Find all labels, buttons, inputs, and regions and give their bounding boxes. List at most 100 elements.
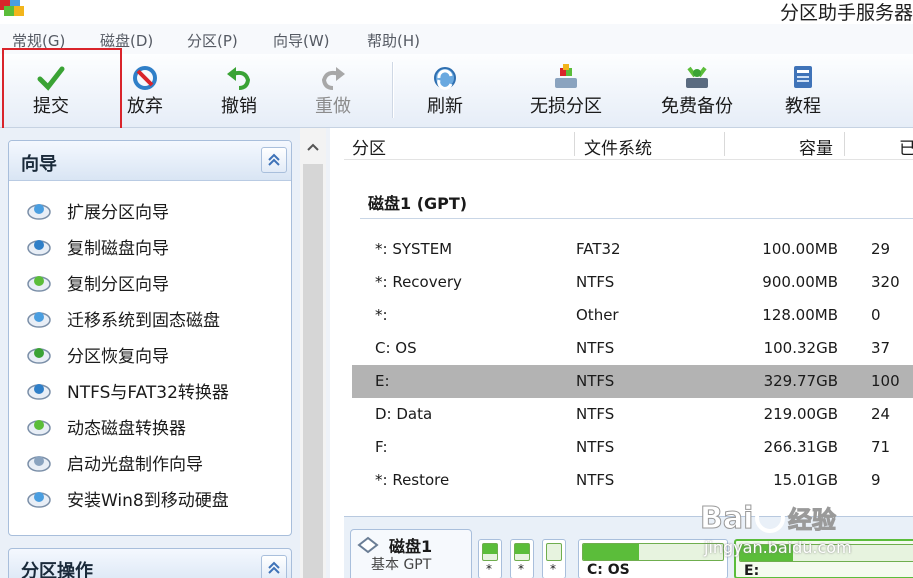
cell-used: 29 bbox=[871, 240, 891, 258]
usage-fill bbox=[483, 544, 497, 554]
wizard-item[interactable]: 安装Win8到移动硬盘 bbox=[27, 483, 287, 513]
table-row[interactable]: E: NTFS 329.77GB 100 bbox=[352, 365, 913, 398]
cell-partition: D: Data bbox=[375, 405, 433, 423]
undo-label: 撤销 bbox=[221, 96, 257, 117]
table-row[interactable]: C: OS NTFS 100.32GB 37 bbox=[352, 332, 913, 365]
toolbar: 提交 放弃 撤销 重做 刷新 无损分区 免费备份 教程 bbox=[0, 54, 913, 128]
wizard-item[interactable]: 复制分区向导 bbox=[27, 267, 287, 297]
tutorial-button[interactable]: 教程 bbox=[758, 54, 848, 128]
baidu-jingyan-logo: Bai 经验 bbox=[700, 501, 837, 537]
discard-icon bbox=[133, 66, 157, 90]
wizard-item-label: 安装Win8到移动硬盘 bbox=[67, 491, 229, 511]
wizard-item[interactable]: NTFS与FAT32转换器 bbox=[27, 375, 287, 405]
wizard-item[interactable]: 分区恢复向导 bbox=[27, 339, 287, 369]
vertical-scrollbar[interactable] bbox=[300, 128, 326, 578]
window-title: 分区助手服务器 bbox=[779, 2, 913, 24]
cell-used: 0 bbox=[871, 306, 881, 324]
disk-card-type: 基本 GPT bbox=[371, 557, 432, 573]
dynamic-disk-icon bbox=[27, 420, 51, 436]
cell-capacity: 100.32GB bbox=[763, 339, 838, 357]
col-capacity[interactable]: 容量 bbox=[799, 134, 833, 159]
wizard-panel-header: 向导 bbox=[9, 141, 291, 181]
col-partition[interactable]: 分区 bbox=[352, 134, 386, 159]
copy-disk-icon bbox=[27, 240, 51, 256]
disk-map-partition-label: * bbox=[550, 562, 556, 576]
wizard-item[interactable]: 扩展分区向导 bbox=[27, 195, 287, 225]
menu-bar: 常规(G) 磁盘(D) 分区(P) 向导(W) 帮助(H) bbox=[0, 24, 913, 54]
menu-wizard[interactable]: 向导(W) bbox=[273, 30, 330, 51]
left-panel: 向导 扩展分区向导复制磁盘向导复制分区向导迁移系统到固态磁盘 分区恢复向导 NTFS… bbox=[0, 128, 300, 578]
col-divider bbox=[574, 132, 575, 156]
lossless-partition-label: 无损分区 bbox=[530, 96, 602, 117]
baidu-watermark: Bai 经验 jingyan.baidu.com bbox=[700, 480, 905, 570]
cell-capacity: 900.00MB bbox=[762, 273, 838, 291]
refresh-icon bbox=[434, 67, 456, 90]
table-header: 分区 文件系统 容量 已 bbox=[344, 128, 913, 160]
undo-icon bbox=[227, 67, 251, 90]
cell-filesystem: FAT32 bbox=[576, 240, 621, 258]
wizard-item-label: NTFS与FAT32转换器 bbox=[67, 383, 229, 403]
usage-fill bbox=[515, 544, 529, 554]
double-chevron-up-icon bbox=[268, 153, 280, 166]
menu-partition[interactable]: 分区(P) bbox=[187, 30, 238, 51]
wizard-item[interactable]: 迁移系统到固态磁盘 bbox=[27, 303, 287, 333]
table-row[interactable]: F: NTFS 266.31GB 71 bbox=[352, 431, 913, 464]
table-row[interactable]: *: Other 128.00MB 0 bbox=[352, 299, 913, 332]
partition-recovery-icon bbox=[27, 348, 51, 364]
disk-card[interactable]: 磁盘1 基本 GPT bbox=[350, 529, 472, 578]
table-row[interactable]: *: Recovery NTFS 900.00MB 320 bbox=[352, 266, 913, 299]
usage-bar bbox=[482, 543, 498, 561]
wizard-item[interactable]: 复制磁盘向导 bbox=[27, 231, 287, 261]
cell-filesystem: NTFS bbox=[576, 372, 615, 390]
menu-help[interactable]: 帮助(H) bbox=[367, 30, 420, 51]
extend-partition-icon bbox=[27, 204, 51, 220]
undo-button[interactable]: 撤销 bbox=[194, 54, 284, 128]
disk-map-partition[interactable]: * bbox=[510, 539, 534, 578]
wizard-item[interactable]: 启动光盘制作向导 bbox=[27, 447, 287, 477]
wizard-item[interactable]: 动态磁盘转换器 bbox=[27, 411, 287, 441]
wizard-item-label: 动态磁盘转换器 bbox=[67, 419, 186, 439]
tutorial-icon bbox=[794, 66, 812, 88]
redo-label: 重做 bbox=[315, 96, 351, 117]
wizard-item-label: 扩展分区向导 bbox=[67, 203, 169, 223]
boot-cd-icon bbox=[27, 456, 51, 472]
scroll-up-arrow-icon[interactable] bbox=[302, 136, 324, 158]
ops-collapse-button[interactable] bbox=[261, 555, 287, 578]
cell-capacity: 100.00MB bbox=[762, 240, 838, 258]
watermark-url: jingyan.baidu.com bbox=[704, 538, 852, 557]
cell-used: 71 bbox=[871, 438, 891, 456]
disk-map-partition[interactable]: * bbox=[542, 539, 566, 578]
scrollbar-thumb[interactable] bbox=[303, 164, 323, 578]
table-row[interactable]: *: SYSTEM FAT32 100.00MB 29 bbox=[352, 233, 913, 266]
cell-filesystem: NTFS bbox=[576, 339, 615, 357]
redo-icon bbox=[321, 67, 345, 90]
cell-capacity: 266.31GB bbox=[763, 438, 838, 456]
col-divider bbox=[724, 132, 725, 156]
redo-button[interactable]: 重做 bbox=[288, 54, 378, 128]
disk-map-partition-label: * bbox=[486, 562, 492, 576]
free-backup-button[interactable]: 免费备份 bbox=[627, 54, 767, 128]
collapse-button[interactable] bbox=[261, 147, 287, 173]
cell-used: 24 bbox=[871, 405, 891, 423]
copy-partition-icon bbox=[27, 276, 51, 292]
lossless-partition-button[interactable]: 无损分区 bbox=[496, 54, 636, 128]
cell-filesystem: NTFS bbox=[576, 405, 615, 423]
cell-partition: *: bbox=[375, 306, 388, 324]
disk-map-partition[interactable]: * bbox=[478, 539, 502, 578]
table-row[interactable]: D: Data NTFS 219.00GB 24 bbox=[352, 398, 913, 431]
refresh-button[interactable]: 刷新 bbox=[400, 54, 490, 128]
disk-divider bbox=[360, 218, 913, 219]
col-used[interactable]: 已 bbox=[899, 134, 913, 159]
cell-partition: *: Restore bbox=[375, 471, 450, 489]
cell-used: 37 bbox=[871, 339, 891, 357]
migrate-os-icon bbox=[27, 312, 51, 328]
toolbar-separator bbox=[392, 62, 394, 118]
disk-label: 磁盘1 (GPT) bbox=[368, 194, 468, 213]
cell-partition: C: OS bbox=[375, 339, 417, 357]
cell-used: 100 bbox=[871, 372, 900, 390]
refresh-label: 刷新 bbox=[427, 96, 463, 117]
wizard-item-label: 复制分区向导 bbox=[67, 275, 169, 295]
app-logo-icon bbox=[0, 0, 24, 16]
col-divider bbox=[844, 132, 845, 156]
col-filesystem[interactable]: 文件系统 bbox=[584, 134, 652, 159]
